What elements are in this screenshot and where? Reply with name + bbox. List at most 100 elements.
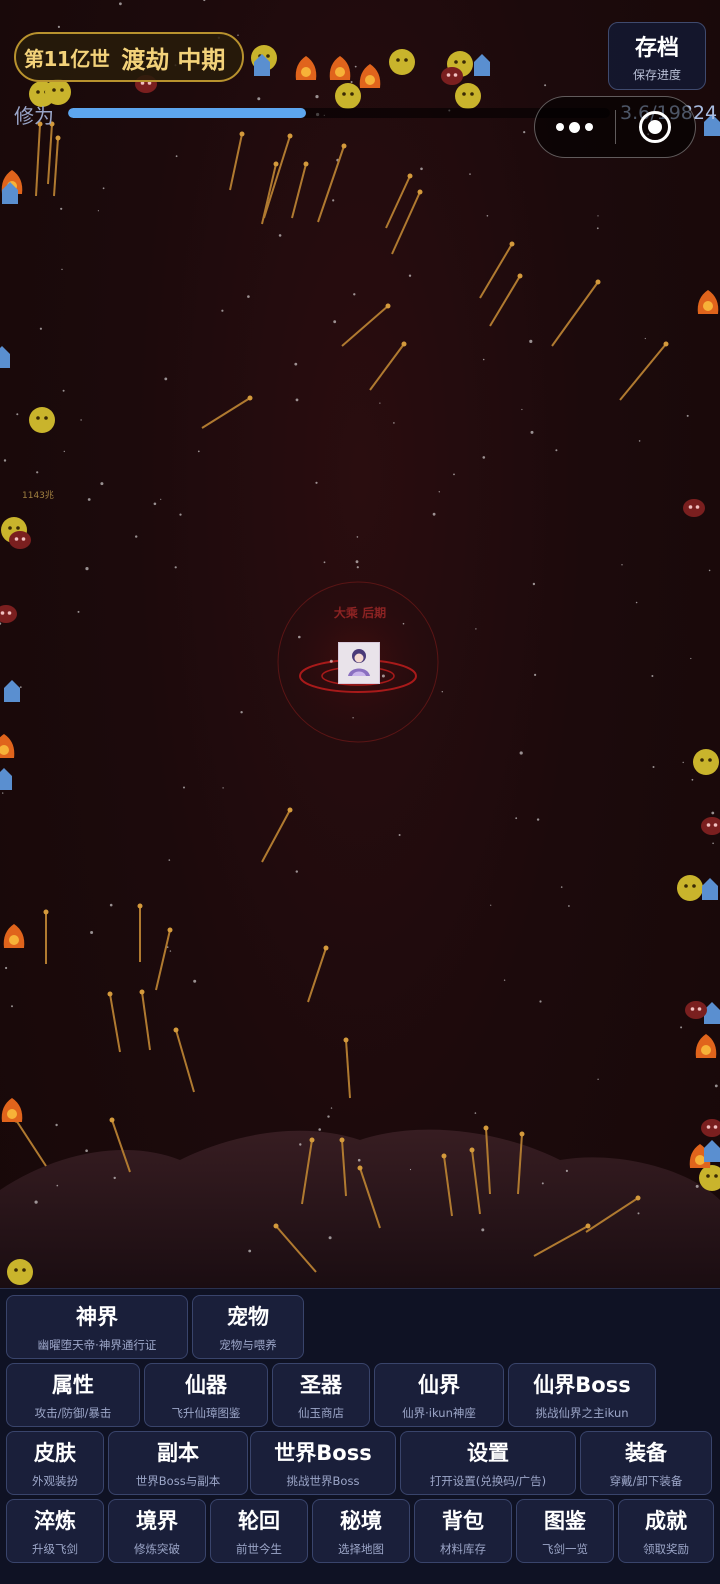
menu-button[interactable]: 神界 幽曜堕天帝·神界通行证 (6, 1295, 188, 1359)
save-button-subtitle: 保存进度 (632, 67, 681, 82)
flying-sword-tip (139, 989, 145, 995)
star (60, 207, 63, 210)
yellow-spirit-monster (389, 49, 415, 75)
flying-sword (341, 305, 389, 347)
menu-button-subtitle: 打开设置(兑换码/广告) (429, 1474, 547, 1488)
menu-button[interactable]: 境界 修炼突破 (108, 1499, 206, 1563)
flying-sword (345, 1039, 351, 1099)
flying-sword-tip (401, 341, 407, 347)
cultivation-progress-fill (68, 108, 307, 118)
flying-sword-tip (109, 1117, 115, 1123)
star (19, 686, 22, 688)
red-demon-monster (701, 817, 720, 835)
star (596, 227, 599, 230)
menu-button[interactable]: 属性 攻击/防御/暴击 (6, 1363, 140, 1427)
menu-button-subtitle: 仙玉商店 (298, 1406, 344, 1420)
player-avatar[interactable] (338, 642, 380, 684)
menu-button[interactable]: 图鉴 飞剑一览 (516, 1499, 614, 1563)
menu-button[interactable]: 仙器 飞升仙璋图鉴 (144, 1363, 268, 1427)
flying-sword-tip (273, 1223, 279, 1229)
flying-sword (53, 137, 59, 197)
menu-button-title: 设置 (467, 1441, 509, 1465)
menu-button[interactable]: 成就 领取奖励 (618, 1499, 714, 1563)
flying-sword-tip (167, 927, 173, 933)
mini-program-capsule (534, 96, 696, 158)
flying-sword-tip (43, 909, 49, 915)
save-button[interactable]: 存档 保存进度 (608, 22, 706, 90)
star (100, 482, 104, 486)
star (530, 430, 534, 434)
realm-badge: 第11亿世 渡劫 中期 (14, 32, 244, 82)
menu-button[interactable]: 宠物 宠物与喂养 (192, 1295, 304, 1359)
menu-button[interactable]: 皮肤 外观装扮 (6, 1431, 104, 1495)
menu-button-subtitle: 外观装扮 (32, 1474, 78, 1488)
star (486, 215, 489, 217)
star (237, 34, 239, 36)
flying-sword-tip (239, 131, 245, 137)
star (160, 498, 162, 500)
star (318, 1128, 322, 1131)
red-demon-monster (9, 531, 31, 549)
star (686, 414, 689, 417)
menu-button[interactable]: 淬炼 升级飞剑 (6, 1499, 104, 1563)
star (56, 1184, 59, 1187)
menu-button-subtitle: 领取奖励 (643, 1542, 689, 1556)
menu-button-title: 轮回 (238, 1509, 280, 1533)
star (55, 1123, 58, 1127)
menu-button[interactable]: 轮回 前世今生 (210, 1499, 308, 1563)
star (315, 95, 319, 99)
menu-button[interactable]: 仙界Boss 挑战仙界之主ikun (508, 1363, 656, 1427)
star (350, 81, 353, 83)
star (515, 817, 518, 820)
realm-stage-label: 渡劫 (121, 45, 170, 74)
star (408, 274, 412, 277)
flying-sword-tip (323, 945, 329, 951)
star (438, 491, 440, 493)
star (402, 622, 405, 625)
star (0, 622, 2, 625)
star (327, 1115, 330, 1118)
menu-button[interactable]: 装备 穿戴/卸下装备 (580, 1431, 712, 1495)
star (221, 309, 224, 312)
star (490, 904, 492, 906)
star (690, 657, 692, 660)
star (299, 1143, 302, 1146)
flying-sword-tip (287, 807, 293, 813)
star (61, 268, 63, 271)
menu-button-title: 副本 (157, 1441, 199, 1465)
star (295, 870, 298, 873)
star (682, 761, 684, 764)
target-ring-icon[interactable] (616, 97, 696, 157)
star (39, 327, 43, 330)
star (544, 84, 547, 87)
star (16, 413, 19, 416)
star (85, 1149, 88, 1152)
flying-sword (291, 163, 307, 219)
yellow-spirit-monster (335, 83, 361, 109)
flying-sword-tip (173, 1027, 179, 1033)
menu-button-subtitle: 幽曜堕天帝·神界通行证 (37, 1338, 157, 1352)
menu-button[interactable]: 仙界 仙界·ikun神座 (374, 1363, 504, 1427)
menu-button[interactable]: 秘境 选择地图 (312, 1499, 410, 1563)
flying-sword-tip (635, 1195, 641, 1201)
more-dots-icon[interactable] (535, 97, 615, 157)
star (85, 567, 89, 571)
star (637, 1212, 640, 1215)
star (278, 234, 282, 237)
star (474, 1112, 477, 1114)
menu-button-title: 皮肤 (34, 1441, 76, 1465)
flying-sword-tip (595, 279, 601, 285)
yellow-spirit-monster (7, 1259, 33, 1285)
star (420, 167, 423, 171)
menu-button[interactable]: 背包 材料库存 (414, 1499, 512, 1563)
star (315, 481, 318, 484)
menu-button[interactable]: 圣器 仙玉商店 (272, 1363, 370, 1427)
yellow-spirit-monster (677, 875, 703, 901)
menu-button[interactable]: 设置打开设置(兑换码/广告) (400, 1431, 576, 1495)
star (651, 675, 654, 677)
star (355, 560, 359, 564)
menu-button[interactable]: 世界Boss 挑战世界Boss (250, 1431, 396, 1495)
star (638, 440, 641, 442)
star (519, 751, 523, 755)
menu-button[interactable]: 副本 世界Boss与副本 (108, 1431, 248, 1495)
